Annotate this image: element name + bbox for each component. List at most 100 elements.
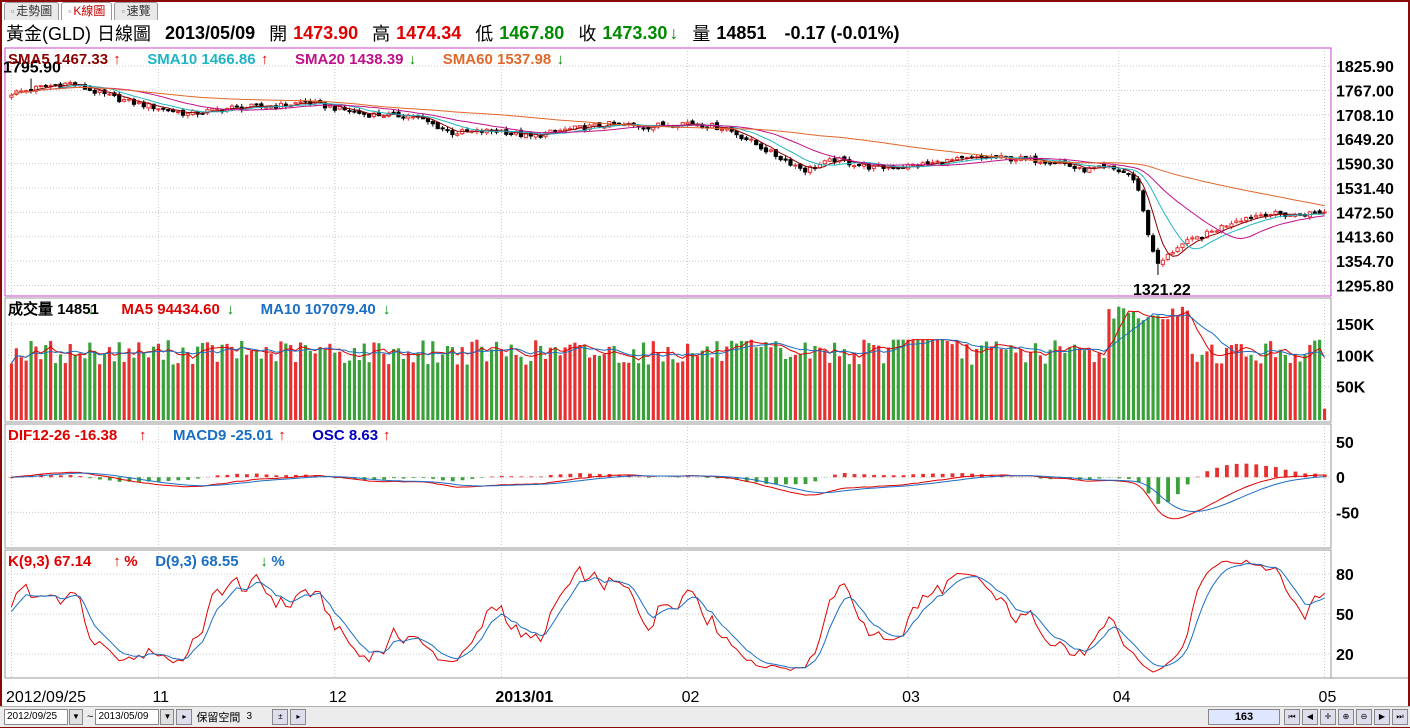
volume-bar <box>1180 306 1185 420</box>
volume-bar <box>749 339 753 420</box>
osc-bar <box>1126 477 1131 479</box>
volume-bar <box>73 354 77 420</box>
volume-bar <box>852 352 856 420</box>
volume-bar <box>955 341 959 420</box>
candle-body <box>1150 235 1156 252</box>
kd-tick-label: 20 <box>1336 647 1354 664</box>
volume-bar <box>416 353 420 420</box>
osc-bar <box>1234 463 1239 478</box>
crosshair-icon[interactable]: ✛ <box>1320 709 1336 725</box>
volume-bar <box>617 362 621 420</box>
osc-bar <box>499 475 504 478</box>
volume-bar <box>945 341 949 420</box>
go-button-icon[interactable]: ▸ <box>176 709 193 725</box>
osc-bar <box>215 475 220 478</box>
volume-bar <box>690 353 695 420</box>
volume-bar <box>1166 319 1170 420</box>
candle-body <box>1248 216 1254 219</box>
volume-bar <box>1117 306 1121 420</box>
candle-body <box>1253 215 1259 218</box>
volume-bar <box>1200 354 1204 420</box>
candle-body <box>1195 236 1200 240</box>
zoom-in-icon[interactable]: ⊕ <box>1338 709 1354 725</box>
volume-bar <box>847 364 851 420</box>
candle-body <box>1038 161 1043 164</box>
volume-bar <box>573 342 577 420</box>
volume-bar <box>313 353 317 420</box>
bottom-toolbar: 2012/09/25 ▼ ~ 2013/05/09 ▼ ▸ 保留空間 3 ± ▸… <box>0 706 1410 727</box>
volume-legend-arrow-icon: ↓ <box>383 301 391 318</box>
volume-bar <box>1151 315 1155 420</box>
candle-body <box>935 160 940 163</box>
volume-bar <box>343 362 347 420</box>
candle-body <box>1160 259 1165 265</box>
volume-bar <box>333 352 337 420</box>
volume-bar <box>127 348 131 420</box>
prev-page-icon[interactable]: ◀ <box>1302 709 1318 725</box>
volume-bar <box>597 355 601 420</box>
volume-bar <box>294 362 298 420</box>
candle-body <box>641 127 646 130</box>
apply-button-icon[interactable]: ▸ <box>290 709 307 725</box>
volume-bar <box>1205 351 1209 420</box>
volume-bar <box>441 354 445 420</box>
volume-bar <box>147 357 151 420</box>
to-date-dropdown-icon[interactable]: ▼ <box>160 709 175 725</box>
candle-body <box>347 110 352 113</box>
stepper-icon[interactable]: ± <box>272 709 289 725</box>
volume-bar <box>999 348 1003 420</box>
to-date-input[interactable]: 2013/05/09 <box>95 709 160 725</box>
volume-bar <box>1195 361 1199 420</box>
macd-tick-label: 0 <box>1336 470 1345 487</box>
osc-bar <box>58 475 63 478</box>
last-page-icon[interactable]: ⏭ <box>1392 709 1408 725</box>
kd-tick-label: 50 <box>1336 607 1354 624</box>
volume-bar <box>480 346 484 420</box>
osc-bar <box>88 477 93 479</box>
volume-bar <box>396 348 401 420</box>
candle-body <box>685 121 690 125</box>
candle-body <box>68 81 73 84</box>
volume-bar <box>49 341 53 420</box>
volume-bar <box>93 350 97 420</box>
reserve-space-value[interactable]: 3 <box>244 710 270 724</box>
volume-bar <box>249 350 254 420</box>
volume-bar <box>1082 350 1087 420</box>
volume-bar <box>1053 340 1057 420</box>
volume-bar <box>828 362 832 420</box>
volume-bar <box>1092 362 1096 420</box>
volume-bar <box>210 345 214 420</box>
candle-body <box>719 128 724 131</box>
candle-body <box>1234 220 1239 224</box>
volume-bar <box>891 339 895 420</box>
next-page-icon[interactable]: ▶ <box>1374 709 1390 725</box>
volume-bar <box>485 361 489 420</box>
volume-bar <box>984 341 989 420</box>
osc-bar <box>1224 465 1229 478</box>
volume-bar <box>602 354 606 420</box>
first-page-icon[interactable]: ⏮ <box>1284 709 1300 725</box>
volume-bar <box>1097 353 1101 420</box>
from-date-input[interactable]: 2012/09/25 <box>4 709 68 725</box>
stock-chart[interactable]: 1825.90 1767.00 1708.10 1649.20 1590.30 1531.… <box>0 0 1410 706</box>
osc-bar <box>509 476 514 478</box>
volume-bar <box>592 354 597 420</box>
candle-body <box>690 120 695 125</box>
candle-body <box>430 121 435 125</box>
volume-bar <box>1156 315 1160 420</box>
volume-bar <box>779 347 783 420</box>
volume-bar <box>632 349 636 420</box>
volume-bar <box>53 363 58 420</box>
candle-body <box>391 111 396 114</box>
volume-bar <box>1146 317 1150 420</box>
candle-body <box>558 129 563 132</box>
volume-bar <box>783 358 788 420</box>
zoom-out-icon[interactable]: ⊖ <box>1356 709 1372 725</box>
osc-bar <box>284 475 289 478</box>
candle-body <box>107 93 112 96</box>
volume-bar <box>318 347 322 420</box>
candle-body <box>1126 173 1131 176</box>
from-date-dropdown-icon[interactable]: ▼ <box>69 709 83 725</box>
volume-bar <box>1259 363 1263 420</box>
candle-body <box>822 160 827 165</box>
